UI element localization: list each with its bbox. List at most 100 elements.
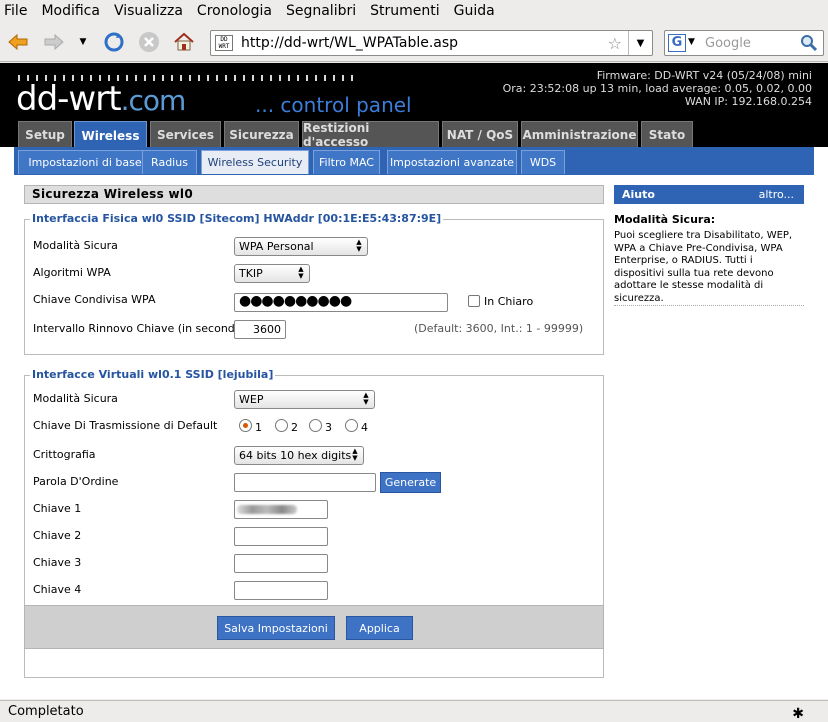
section-title: Sicurezza Wireless wl0	[24, 185, 604, 204]
encryption-select[interactable]: 64 bits 10 hex digits ▲ ▼	[234, 446, 364, 465]
tx-key-radio-3[interactable]	[309, 419, 322, 432]
back-icon[interactable]	[6, 30, 30, 54]
select-arrows-icon: ▲ ▼	[298, 265, 304, 280]
address-bar[interactable]: DD WRT http://dd-wrt/WL_WPATable.asp ☆ ▼	[210, 30, 653, 56]
help-more-link[interactable]: altro...	[759, 185, 794, 204]
menu-cronologia[interactable]: Cronologia	[197, 3, 272, 19]
subtab-base[interactable]: Impostazioni di base	[18, 150, 152, 174]
show-clear-label: In Chiaro	[484, 295, 534, 308]
tab-stato[interactable]: Stato	[641, 121, 693, 147]
bug-icon[interactable]: ✱	[792, 704, 804, 722]
wpa-key-input[interactable]: ●●●●●●●●●●	[234, 293, 448, 312]
reload-icon[interactable]	[102, 30, 126, 54]
help-header: Aiuto altro...	[614, 185, 804, 204]
ddwrt-logo: dd-wrt.com	[16, 79, 186, 119]
wpa-key-label: Chiave Condivisa WPA	[33, 293, 156, 306]
tx-key-radio-4[interactable]	[345, 419, 358, 432]
main-tabs: Setup Wireless Services Sicurezza Restiz…	[0, 119, 828, 149]
key-renewal-input[interactable]: 3600	[234, 320, 286, 339]
key3-input[interactable]	[234, 554, 328, 573]
menu-guida[interactable]: Guida	[454, 3, 495, 19]
tx-key-option-1: 1	[255, 421, 262, 434]
security-mode-label: Modalità Sicura	[33, 239, 118, 252]
site-favicon-icon: DD WRT	[215, 35, 233, 51]
passphrase-label: Parola D'Ordine	[33, 475, 119, 488]
tab-nat-qos[interactable]: NAT / QoS	[442, 121, 518, 147]
menu-bar: File Modifica Visualizza Cronologia Segn…	[0, 0, 828, 22]
page-content: dd-wrt.com ... control panel Firmware: D…	[0, 63, 828, 699]
tx-key-option-4: 4	[361, 421, 368, 434]
wpa-algorithm-value: TKIP	[239, 267, 263, 280]
virtual-security-mode-select[interactable]: WEP ▲ ▼	[234, 390, 375, 409]
router-header: dd-wrt.com ... control panel Firmware: D…	[0, 63, 828, 119]
menu-strumenti[interactable]: Strumenti	[370, 3, 440, 19]
menu-file[interactable]: File	[4, 3, 27, 19]
select-arrows-icon: ▲ ▼	[363, 391, 369, 406]
apply-button[interactable]: Applica	[346, 616, 413, 640]
logo-text: dd-wrt	[16, 79, 122, 119]
virtual-security-mode-value: WEP	[239, 393, 264, 406]
tx-key-label: Chiave Di Trasmissione di Default	[33, 419, 218, 432]
key4-label: Chiave 4	[33, 583, 82, 596]
status-text: Completato	[8, 704, 84, 719]
subtab-radius[interactable]: Radius	[142, 150, 197, 174]
tx-key-radio-1[interactable]	[239, 419, 252, 432]
wan-ip-text: WAN IP: 192.168.0.254	[684, 95, 812, 108]
wpa-algorithm-select[interactable]: TKIP ▲ ▼	[234, 264, 310, 283]
help-separator	[614, 305, 804, 306]
subtab-filtro-mac[interactable]: Filtro MAC	[313, 150, 380, 174]
tx-key-radio-2[interactable]	[275, 419, 288, 432]
subtab-wireless-security[interactable]: Wireless Security	[201, 150, 309, 174]
subtab-avanzate[interactable]: Impostazioni avanzate	[387, 150, 517, 174]
key1-input[interactable]	[234, 500, 328, 519]
select-arrows-icon: ▲ ▼	[356, 238, 362, 253]
forward-icon[interactable]	[42, 30, 66, 54]
search-engine-icon[interactable]: G	[668, 34, 686, 52]
history-dropdown-icon[interactable]: ▼	[74, 30, 92, 54]
tab-setup[interactable]: Setup	[18, 121, 72, 147]
menu-modifica[interactable]: Modifica	[41, 3, 100, 19]
status-bar: Completato ✱	[0, 700, 828, 722]
search-icon[interactable]	[800, 34, 820, 52]
firmware-text: Firmware: DD-WRT v24 (05/24/08) mini	[596, 69, 812, 82]
url-dropdown-icon[interactable]: ▼	[628, 31, 652, 55]
encryption-value: 64 bits 10 hex digits	[239, 449, 352, 462]
home-icon[interactable]	[172, 30, 196, 54]
key3-label: Chiave 3	[33, 556, 82, 569]
url-text: http://dd-wrt/WL_WPATable.asp	[241, 35, 459, 51]
virtual-interface-legend: Interfacce Virtuali wl0.1 SSID [lejubila…	[30, 368, 276, 381]
help-topic-title: Modalità Sicura:	[614, 213, 716, 226]
help-title: Aiuto	[622, 188, 655, 201]
tab-restrizioni[interactable]: Restizioni d'accesso	[302, 121, 439, 149]
engine-dropdown-icon[interactable]: ▼	[688, 37, 695, 47]
wpa-algorithm-label: Algoritmi WPA	[33, 266, 111, 279]
virtual-security-mode-label: Modalità Sicura	[33, 392, 118, 405]
save-button[interactable]: Salva Impostazioni	[217, 616, 335, 640]
action-bar: Salva Impostazioni Applica	[24, 605, 604, 649]
generate-button[interactable]: Generate	[380, 472, 441, 493]
passphrase-input[interactable]	[234, 473, 376, 492]
key-renewal-label: Intervallo Rinnovo Chiave (in secondi)	[33, 322, 243, 335]
key2-input[interactable]	[234, 527, 328, 546]
tab-amministrazione[interactable]: Amministrazione	[521, 121, 638, 147]
subtab-wds[interactable]: WDS	[521, 150, 565, 174]
menu-segnalibri[interactable]: Segnalibri	[286, 3, 356, 19]
security-mode-value: WPA Personal	[239, 240, 314, 253]
security-mode-select[interactable]: WPA Personal ▲ ▼	[234, 237, 368, 256]
tx-key-option-3: 3	[325, 421, 332, 434]
tx-key-option-2: 2	[291, 421, 298, 434]
physical-interface-legend: Interfaccia Fisica wl0 SSID [Sitecom] HW…	[30, 212, 444, 225]
show-clear-checkbox[interactable]	[468, 295, 480, 307]
select-arrows-icon: ▲ ▼	[352, 447, 358, 462]
tab-sicurezza[interactable]: Sicurezza	[224, 121, 299, 147]
key-renewal-hint: (Default: 3600, Int.: 1 - 99999)	[414, 322, 584, 335]
menu-visualizza[interactable]: Visualizza	[114, 3, 183, 19]
sub-tabs: Impostazioni di base Radius Wireless Sec…	[14, 147, 814, 175]
tab-wireless[interactable]: Wireless	[74, 121, 147, 149]
stop-icon[interactable]	[137, 30, 161, 54]
tab-services[interactable]: Services	[150, 121, 221, 147]
help-topic-text: Puoi scegliere tra Disabilitato, WEP, WP…	[614, 230, 793, 304]
search-bar[interactable]: G ▼ Google	[664, 30, 824, 56]
key4-input[interactable]	[234, 581, 328, 600]
bookmark-star-icon[interactable]: ☆	[608, 34, 622, 53]
